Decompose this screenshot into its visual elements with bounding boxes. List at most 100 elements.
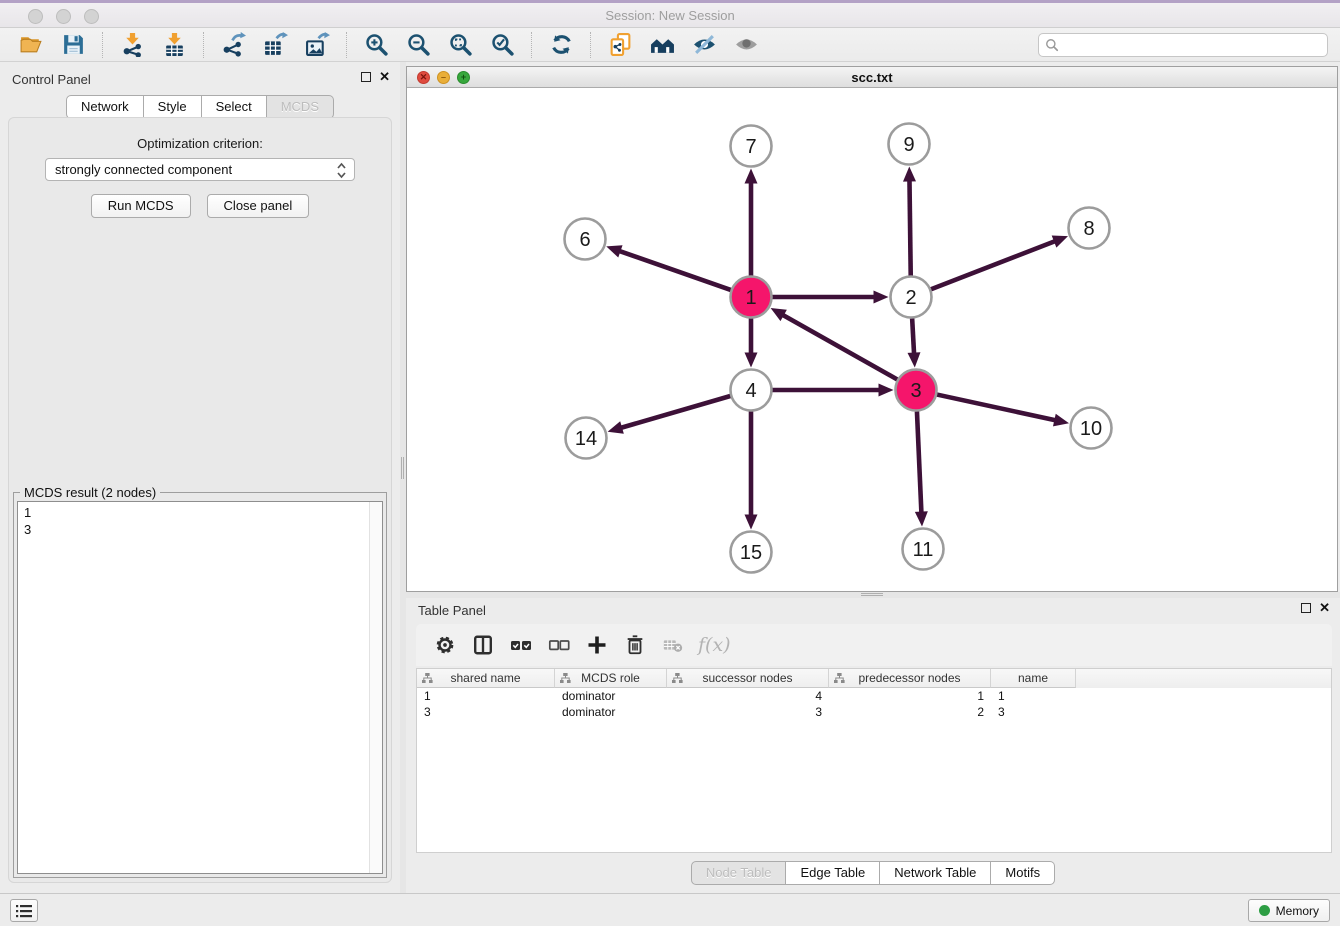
edge-3-1[interactable]: [780, 313, 897, 379]
table-cell[interactable]: 3: [417, 704, 555, 720]
table-tabs: Node TableEdge TableNetwork TableMotifs: [406, 861, 1340, 885]
table-cell[interactable]: 4: [667, 688, 829, 704]
table-tab-network-table[interactable]: Network Table: [880, 861, 991, 885]
edge-2-3[interactable]: [912, 318, 914, 356]
window-title: Session: New Session: [0, 8, 1340, 23]
edge-arrowhead: [915, 511, 928, 526]
node-table[interactable]: shared name MCDS role successor nodesprede…: [416, 668, 1332, 853]
tab-mcds[interactable]: MCDS: [267, 95, 334, 119]
toolbar-separator: [346, 32, 347, 58]
column-header-label: MCDS role: [581, 671, 640, 685]
float-table-panel-icon[interactable]: [1301, 603, 1311, 613]
edge-4-14[interactable]: [618, 396, 730, 429]
show-columns-icon[interactable]: [468, 630, 498, 660]
close-table-panel-icon[interactable]: ✕: [1319, 603, 1330, 613]
table-cell[interactable]: 1: [417, 688, 555, 704]
table-row[interactable]: 3dominator323: [417, 704, 1331, 720]
table-tab-edge-table[interactable]: Edge Table: [786, 861, 880, 885]
table-cell[interactable]: 3: [991, 704, 1076, 720]
optimization-criterion-label: Optimization criterion:: [9, 136, 391, 151]
show-all-icon[interactable]: [729, 30, 763, 60]
column-type-icon: [422, 673, 433, 684]
node-label-10: 10: [1080, 418, 1102, 440]
memory-button[interactable]: Memory: [1248, 899, 1330, 922]
deselect-all-rows-icon[interactable]: [544, 630, 574, 660]
edge-arrowhead: [879, 384, 894, 397]
column-header-MCDS-role[interactable]: MCDS role: [555, 669, 667, 688]
table-cell[interactable]: 3: [667, 704, 829, 720]
table-settings-icon[interactable]: [430, 630, 460, 660]
delete-table-icon[interactable]: [658, 630, 688, 660]
tab-network[interactable]: Network: [66, 95, 144, 119]
import-table-icon[interactable]: [157, 30, 191, 60]
export-table-icon[interactable]: [258, 30, 292, 60]
edge-3-10[interactable]: [937, 395, 1058, 421]
delete-column-icon[interactable]: [620, 630, 650, 660]
zoom-out-icon[interactable]: [401, 30, 435, 60]
first-neighbors-icon[interactable]: [645, 30, 679, 60]
search-icon: [1045, 38, 1059, 52]
main-toolbar: [0, 28, 1340, 62]
export-network-icon[interactable]: [216, 30, 250, 60]
close-panel-icon[interactable]: ✕: [379, 72, 390, 82]
add-column-icon[interactable]: [582, 630, 612, 660]
edge-2-8[interactable]: [931, 240, 1058, 289]
open-session-icon[interactable]: [14, 30, 48, 60]
save-session-icon[interactable]: [56, 30, 90, 60]
status-bar: Memory: [0, 893, 1340, 926]
close-panel-button[interactable]: Close panel: [207, 194, 310, 218]
control-panel-title: Control Panel: [12, 72, 91, 87]
network-window-title: scc.txt: [407, 70, 1337, 85]
run-mcds-button[interactable]: Run MCDS: [91, 194, 191, 218]
network-view-window: ✕ – + scc.txt 7968124314101511: [406, 66, 1338, 592]
column-header-predecessor-nodes[interactable]: predecessor nodes: [829, 669, 991, 688]
result-scrollbar[interactable]: [369, 502, 382, 873]
mcds-result-text[interactable]: 13: [17, 501, 383, 874]
criterion-select[interactable]: strongly connected component: [45, 158, 355, 181]
edge-arrowhead: [606, 245, 622, 257]
tab-style[interactable]: Style: [144, 95, 202, 119]
zoom-selected-icon[interactable]: [485, 30, 519, 60]
toolbar-separator: [531, 32, 532, 58]
search-input[interactable]: [1038, 33, 1328, 57]
column-header-shared-name[interactable]: shared name: [417, 669, 555, 688]
edge-arrowhead: [745, 515, 758, 530]
hide-selected-icon[interactable]: [687, 30, 721, 60]
column-header-name[interactable]: name: [991, 669, 1076, 688]
table-tab-node-table[interactable]: Node Table: [691, 861, 787, 885]
network-graph[interactable]: 7968124314101511: [407, 88, 1337, 591]
table-cell[interactable]: 1: [991, 688, 1076, 704]
function-builder-icon[interactable]: f(x): [698, 634, 731, 656]
import-network-icon[interactable]: [115, 30, 149, 60]
table-toolbar: f(x): [416, 624, 1332, 666]
table-row[interactable]: 1dominator411: [417, 688, 1331, 704]
select-all-rows-icon[interactable]: [506, 630, 536, 660]
task-history-button[interactable]: [10, 899, 38, 922]
edge-3-11[interactable]: [917, 411, 922, 515]
edge-arrowhead: [1053, 414, 1069, 427]
export-image-icon[interactable]: [300, 30, 334, 60]
table-cell[interactable]: 1: [829, 688, 991, 704]
clone-network-icon[interactable]: [603, 30, 637, 60]
table-tab-motifs[interactable]: Motifs: [991, 861, 1055, 885]
control-panel-tabs: NetworkStyleSelectMCDS: [0, 95, 400, 119]
table-cell[interactable]: dominator: [555, 688, 667, 704]
edge-arrowhead: [1052, 235, 1068, 247]
tab-select[interactable]: Select: [202, 95, 267, 119]
network-window-titlebar[interactable]: ✕ – + scc.txt: [407, 67, 1337, 88]
table-cell[interactable]: 2: [829, 704, 991, 720]
table-panel-title: Table Panel: [418, 603, 486, 618]
node-label-6: 6: [579, 229, 590, 251]
zoom-in-icon[interactable]: [359, 30, 393, 60]
refresh-layout-icon[interactable]: [544, 30, 578, 60]
network-canvas[interactable]: 7968124314101511: [407, 88, 1337, 591]
zoom-fit-icon[interactable]: [443, 30, 477, 60]
node-label-7: 7: [745, 136, 756, 158]
node-label-4: 4: [745, 380, 756, 402]
table-cell[interactable]: dominator: [555, 704, 667, 720]
edge-1-6[interactable]: [617, 250, 731, 290]
control-panel: Control Panel ✕ NetworkStyleSelectMCDS O…: [0, 62, 400, 893]
float-panel-icon[interactable]: [361, 72, 371, 82]
edge-2-9[interactable]: [909, 177, 910, 275]
column-header-successor-nodes[interactable]: successor nodes: [667, 669, 829, 688]
